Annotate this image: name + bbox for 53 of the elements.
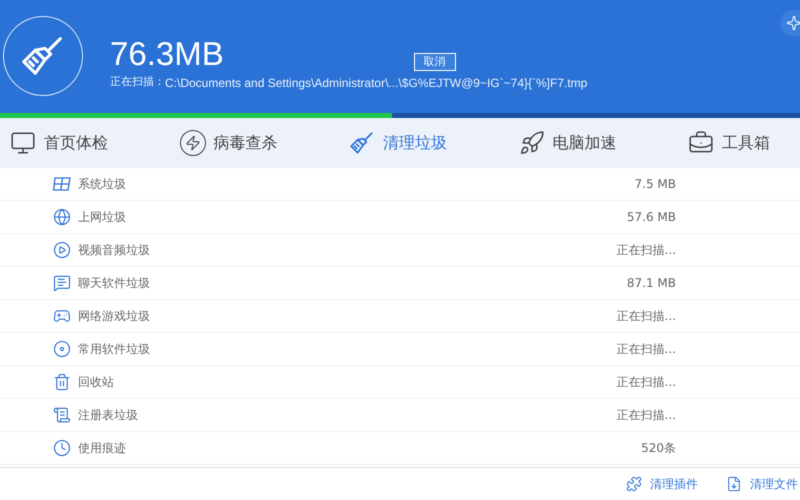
item-value: 正在扫描... bbox=[616, 374, 676, 391]
windows-icon bbox=[53, 177, 71, 191]
list-row[interactable]: 使用痕迹 520条 bbox=[0, 432, 800, 465]
item-name: 系统垃圾 bbox=[78, 176, 126, 193]
item-name: 常用软件垃圾 bbox=[78, 341, 150, 358]
list-row[interactable]: 注册表垃圾 正在扫描... bbox=[0, 399, 800, 432]
rocket-icon bbox=[518, 130, 544, 156]
list-row[interactable]: 聊天软件垃圾 87.1 MB bbox=[0, 267, 800, 300]
download-icon bbox=[726, 476, 742, 492]
gamepad-icon bbox=[53, 307, 71, 325]
item-name: 上网垃圾 bbox=[78, 209, 126, 226]
list-row[interactable]: 视频音频垃圾 正在扫描... bbox=[0, 234, 800, 267]
nav-tab[interactable]: 病毒查杀 bbox=[180, 130, 278, 156]
item-name: 注册表垃圾 bbox=[78, 407, 138, 424]
list-row[interactable]: 网络游戏垃圾 正在扫描... bbox=[0, 300, 800, 333]
item-value: 正在扫描... bbox=[616, 242, 676, 259]
puzzle-icon bbox=[626, 476, 642, 492]
document-icon bbox=[53, 406, 71, 424]
list-row[interactable]: 回收站 正在扫描... bbox=[0, 366, 800, 399]
scan-path: C:\Documents and Settings\Administrator\...\$G%EJTW@9~IG`~74}{`%]F7.tmp bbox=[165, 75, 588, 92]
footer-link[interactable]: 清理文件 bbox=[726, 475, 798, 493]
disc-icon bbox=[53, 340, 71, 358]
item-value: 520条 bbox=[641, 440, 676, 457]
item-name: 视频音频垃圾 bbox=[78, 242, 150, 259]
trash-icon bbox=[53, 373, 71, 391]
item-value: 正在扫描... bbox=[616, 308, 676, 325]
nav-tab[interactable]: 清理垃圾 bbox=[349, 130, 447, 156]
item-name: 使用痕迹 bbox=[78, 440, 126, 457]
monitor-icon bbox=[10, 130, 36, 156]
play-icon bbox=[53, 241, 71, 259]
item-value: 7.5 MB bbox=[634, 176, 676, 193]
item-value: 57.6 MB bbox=[626, 209, 676, 226]
broom-icon bbox=[349, 130, 375, 156]
cancel-button[interactable]: 取消 bbox=[414, 53, 456, 71]
nav-tab[interactable]: 首页体检 bbox=[10, 130, 108, 156]
lightning-icon bbox=[180, 130, 206, 156]
list-row[interactable]: 上网垃圾 57.6 MB bbox=[0, 201, 800, 234]
list-row[interactable]: 常用软件垃圾 正在扫描... bbox=[0, 333, 800, 366]
nav-tab[interactable]: 工具箱 bbox=[688, 130, 770, 156]
item-name: 网络游戏垃圾 bbox=[78, 308, 150, 325]
list-row[interactable]: 系统垃圾 7.5 MB bbox=[0, 168, 800, 201]
footer-link[interactable]: 清理插件 bbox=[626, 475, 698, 493]
item-value: 正在扫描... bbox=[616, 341, 676, 358]
item-value: 87.1 MB bbox=[626, 275, 676, 292]
scan-size: 76.3MB bbox=[110, 36, 224, 72]
nav-tab[interactable]: 电脑加速 bbox=[518, 130, 616, 156]
clock-icon bbox=[53, 439, 71, 457]
scan-label: 正在扫描： bbox=[110, 74, 165, 90]
item-name: 回收站 bbox=[78, 374, 114, 391]
chat-icon bbox=[53, 274, 71, 292]
globe-icon bbox=[53, 208, 71, 226]
item-value: 正在扫描... bbox=[616, 407, 676, 424]
item-name: 聊天软件垃圾 bbox=[78, 275, 150, 292]
